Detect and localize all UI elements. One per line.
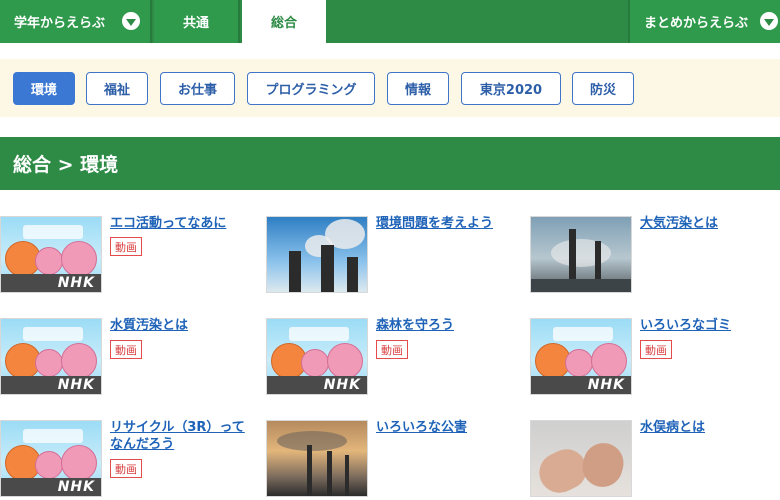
factory <box>531 279 631 292</box>
photo-thumbnail[interactable] <box>530 420 632 497</box>
category-label: 福祉 <box>103 83 130 98</box>
category-bar: 環境 福祉 お仕事 プログラミング 情報 東京2020 防災 <box>0 59 780 117</box>
smokestack <box>345 455 349 496</box>
summary-select-button[interactable]: まとめからえらぶ <box>628 0 780 43</box>
category-label: 東京2020 <box>479 83 543 98</box>
smokestack <box>569 229 576 285</box>
smokestack <box>289 251 301 292</box>
list-item[interactable]: NHK エコ活動ってなあに 動画 <box>0 216 250 296</box>
video-thumbnail[interactable]: NHK <box>266 318 368 395</box>
video-badge: 動画 <box>110 459 142 478</box>
chevron-down-icon <box>760 12 778 30</box>
video-thumbnail[interactable]: NHK <box>530 318 632 395</box>
tab-general-label: 総合 <box>270 16 297 31</box>
nhk-logo: NHK <box>57 275 95 291</box>
chevron-down-icon <box>122 12 140 30</box>
item-title-link[interactable]: 森林を守ろう <box>376 317 516 334</box>
video-badge: 動画 <box>376 340 408 359</box>
category-label: お仕事 <box>177 83 217 98</box>
tab-common[interactable]: 共通 <box>154 0 240 43</box>
smoke <box>551 239 611 267</box>
list-item[interactable]: 環境問題を考えよう <box>266 216 516 296</box>
video-thumbnail[interactable]: NHK <box>0 216 102 293</box>
video-thumbnail[interactable]: NHK <box>0 420 102 497</box>
tab-general[interactable]: 総合 <box>242 0 326 43</box>
list-item[interactable]: 水俣病とは <box>530 420 780 500</box>
thumbnail-caption <box>23 225 83 239</box>
character-illustration <box>301 349 329 377</box>
category-label: 防災 <box>589 83 616 98</box>
top-navigation: 学年からえらぶ 共通 総合 まとめからえらぶ <box>0 0 780 43</box>
category-button-disaster-prevention[interactable]: 防災 <box>572 72 634 105</box>
item-title-link[interactable]: 水俣病とは <box>640 419 780 436</box>
video-badge: 動画 <box>110 340 142 359</box>
category-label: 情報 <box>404 83 431 98</box>
list-item[interactable]: NHK リサイクル（3R）ってなんだろう 動画 <box>0 420 250 500</box>
smokestack <box>327 451 332 496</box>
category-button-information[interactable]: 情報 <box>387 72 449 105</box>
smokestack <box>347 257 358 292</box>
category-button-programming[interactable]: プログラミング <box>247 72 375 105</box>
thumbnail-caption <box>23 429 83 443</box>
list-item[interactable]: 大気汚染とは <box>530 216 780 296</box>
hand <box>577 438 629 492</box>
item-title-link[interactable]: 大気汚染とは <box>640 215 780 232</box>
summary-select-label: まとめからえらぶ <box>644 16 749 31</box>
character-illustration <box>61 343 97 379</box>
smokestack <box>321 245 334 292</box>
character-illustration <box>591 343 627 379</box>
item-title-link[interactable]: いろいろなゴミ <box>640 317 780 334</box>
list-item[interactable]: NHK 水質汚染とは 動画 <box>0 318 250 398</box>
category-button-work[interactable]: お仕事 <box>160 72 235 105</box>
video-badge: 動画 <box>640 340 672 359</box>
nhk-logo: NHK <box>587 377 625 393</box>
character-illustration <box>35 349 63 377</box>
character-illustration <box>35 247 63 275</box>
list-item[interactable]: NHK 森林を守ろう 動画 <box>266 318 516 398</box>
photo-thumbnail[interactable] <box>266 420 368 497</box>
category-label: 環境 <box>30 83 57 98</box>
page-title: 総合 > 環境 <box>0 137 780 190</box>
item-title-link[interactable]: いろいろな公害 <box>376 419 516 436</box>
category-button-tokyo2020[interactable]: 東京2020 <box>461 72 561 105</box>
grade-select-label: 学年からえらぶ <box>14 16 106 31</box>
item-title-link[interactable]: リサイクル（3R）ってなんだろう <box>110 419 250 453</box>
category-label: プログラミング <box>265 83 357 98</box>
nhk-logo: NHK <box>57 377 95 393</box>
character-illustration <box>61 445 97 481</box>
thumbnail-caption <box>553 327 613 341</box>
video-badge: 動画 <box>110 237 142 256</box>
character-illustration <box>565 349 593 377</box>
smokestack <box>307 445 312 496</box>
thumbnail-caption <box>23 327 83 341</box>
tab-common-label: 共通 <box>182 16 209 31</box>
thumbnail-caption <box>289 327 349 341</box>
item-title-link[interactable]: 環境問題を考えよう <box>376 215 516 232</box>
nhk-logo: NHK <box>57 479 95 495</box>
smoke <box>277 431 347 451</box>
item-title-link[interactable]: エコ活動ってなあに <box>110 215 250 232</box>
category-button-environment[interactable]: 環境 <box>13 72 75 105</box>
grade-select-button[interactable]: 学年からえらぶ <box>0 0 152 43</box>
item-title-link[interactable]: 水質汚染とは <box>110 317 250 334</box>
list-item[interactable]: いろいろな公害 <box>266 420 516 500</box>
list-item[interactable]: NHK いろいろなゴミ 動画 <box>530 318 780 398</box>
nhk-logo: NHK <box>323 377 361 393</box>
video-thumbnail[interactable]: NHK <box>0 318 102 395</box>
character-illustration <box>61 241 97 277</box>
photo-thumbnail[interactable] <box>266 216 368 293</box>
character-illustration <box>35 451 63 479</box>
category-button-welfare[interactable]: 福祉 <box>86 72 148 105</box>
photo-thumbnail[interactable] <box>530 216 632 293</box>
character-illustration <box>327 343 363 379</box>
